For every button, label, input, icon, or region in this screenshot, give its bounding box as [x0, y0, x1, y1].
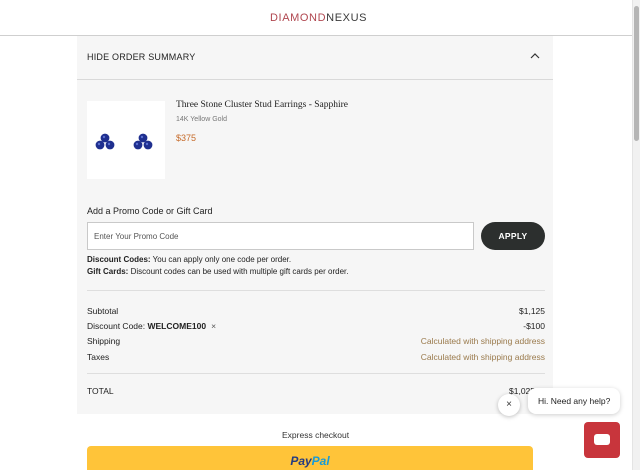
logo-part-diamond: DIAMOND — [270, 12, 327, 24]
discount-row: Discount Code: WELCOME100 × -$100 — [87, 321, 545, 333]
taxes-row: Taxes Calculated with shipping address — [87, 352, 545, 364]
total-row: TOTAL $1,025 — [87, 386, 545, 398]
gift-cards-note: Gift Cards: Discount codes can be used w… — [87, 267, 348, 276]
gift-cards-note-text: Discount codes can be used with multiple… — [128, 267, 349, 276]
remove-discount-icon[interactable]: × — [211, 321, 216, 331]
taxes-value: Calculated with shipping address — [420, 352, 545, 362]
order-summary-panel: HIDE ORDER SUMMARY Three Stone Cluster S… — [77, 36, 553, 414]
shipping-row: Shipping Calculated with shipping addres… — [87, 336, 545, 348]
discount-label: Discount Code: WELCOME100 × — [87, 321, 216, 331]
discount-codes-note: Discount Codes: You can apply only one c… — [87, 255, 291, 264]
paypal-logo-pay: Pay — [290, 454, 312, 468]
paypal-logo-pal: Pal — [311, 454, 330, 468]
chat-icon — [594, 434, 610, 445]
hide-order-summary-toggle[interactable]: HIDE ORDER SUMMARY — [77, 36, 553, 80]
product-variant: 14K Yellow Gold — [176, 116, 227, 123]
product-title: Three Stone Cluster Stud Earrings - Sapp… — [176, 100, 349, 110]
divider — [87, 373, 545, 374]
discount-codes-note-text: You can apply only one code per order. — [150, 255, 292, 264]
product-price: $375 — [176, 133, 197, 143]
site-header: DIAMONDNEXUS — [0, 0, 632, 36]
chat-launcher-button[interactable] — [584, 422, 620, 458]
discount-value: -$100 — [523, 321, 545, 331]
express-checkout-label: Express checkout — [282, 430, 350, 440]
toggle-label: HIDE ORDER SUMMARY — [87, 52, 196, 62]
paypal-button[interactable]: PayPal — [87, 446, 533, 470]
shipping-value: Calculated with shipping address — [420, 336, 545, 346]
chat-greeting-bubble[interactable]: Hi. Need any help? — [528, 388, 620, 414]
promo-label: Add a Promo Code or Gift Card — [87, 206, 213, 216]
product-image — [87, 101, 165, 179]
chevron-up-icon — [530, 53, 540, 59]
scrollbar-thumb[interactable] — [634, 6, 639, 141]
promo-code-input[interactable] — [87, 222, 474, 250]
discount-label-text: Discount Code: — [87, 321, 148, 331]
shipping-label: Shipping — [87, 336, 121, 346]
subtotal-row: Subtotal $1,125 — [87, 306, 545, 318]
total-label: TOTAL — [87, 386, 114, 396]
apply-button[interactable]: APPLY — [481, 222, 545, 250]
subtotal-value: $1,125 — [519, 306, 545, 316]
paypal-logo: PayPal — [290, 454, 329, 468]
discount-code: WELCOME100 — [147, 321, 207, 331]
taxes-label: Taxes — [87, 352, 110, 362]
site-logo[interactable]: DIAMONDNEXUS — [270, 12, 367, 24]
page-scrollbar[interactable] — [632, 0, 640, 470]
sapphire-earrings-image — [95, 133, 153, 150]
close-icon[interactable]: × — [498, 394, 520, 416]
logo-part-nexus: NEXUS — [326, 12, 368, 24]
subtotal-label: Subtotal — [87, 306, 119, 316]
divider — [87, 290, 545, 291]
discount-codes-note-title: Discount Codes: — [87, 255, 151, 264]
gift-cards-note-title: Gift Cards: — [87, 267, 129, 276]
